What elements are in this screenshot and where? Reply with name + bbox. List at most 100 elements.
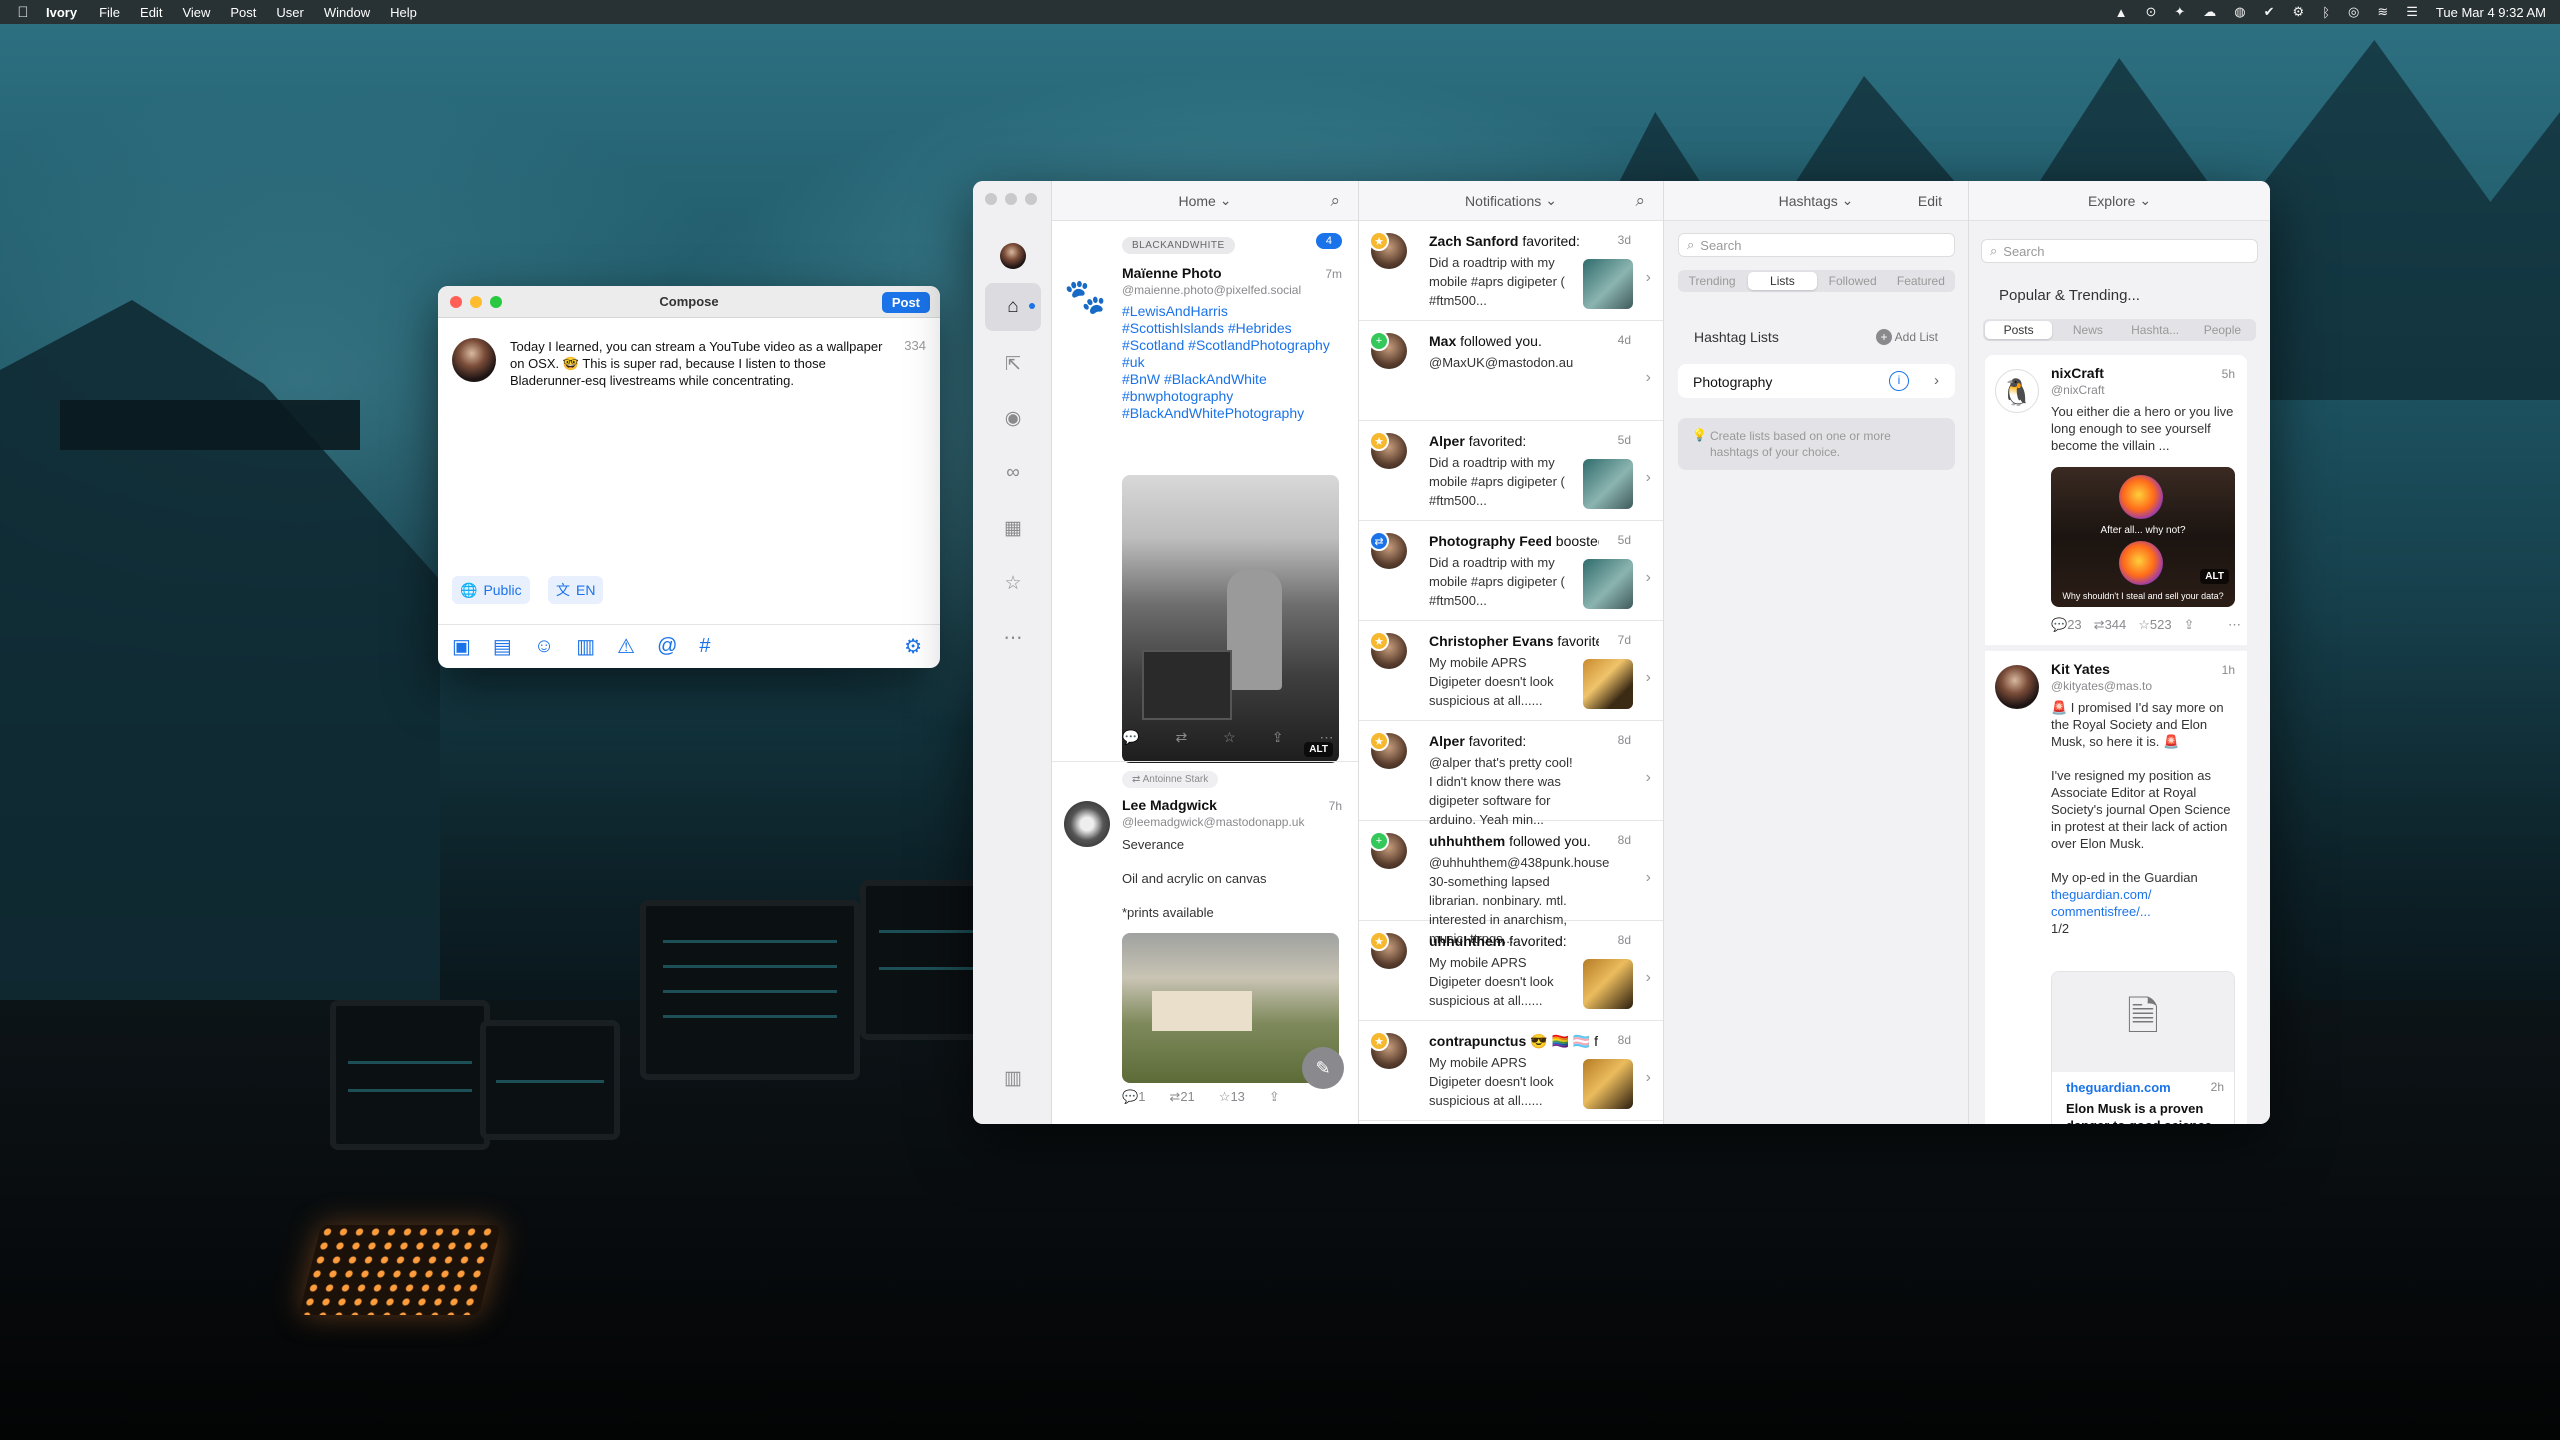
emoji-icon[interactable]: ☺ [534, 635, 554, 658]
status-gear-icon[interactable]: ⚙ [2293, 4, 2305, 20]
compose-avatar[interactable] [452, 338, 496, 382]
minimize-window-button[interactable] [1005, 193, 1017, 205]
favorite-button[interactable]: ☆523 [2138, 617, 2171, 633]
hashtag-link[interactable]: #BlackAndWhitePhotography [1122, 405, 1347, 422]
search-icon[interactable]: ⌕ [1330, 191, 1340, 211]
notification-author[interactable]: uhhuhthem [1429, 833, 1505, 849]
close-window-button[interactable] [985, 193, 997, 205]
notification-item[interactable]: ★ Alper favorited: 8d @alper that's pretty … [1359, 721, 1663, 827]
tab-people[interactable]: People [2189, 319, 2256, 341]
zoom-window-button[interactable] [1025, 193, 1037, 205]
reply-button[interactable]: 💬23 [2051, 617, 2082, 633]
reply-icon[interactable]: 💬 [1122, 729, 1139, 746]
sidebar-item-notifications[interactable]: ◉ [996, 401, 1030, 435]
notification-item[interactable]: ★ Alper favorited: 5d Did a roadtrip with m… [1359, 421, 1663, 521]
notification-item[interactable]: + uhhuhthem followed you. 8d @uhhuhthem@438… [1359, 821, 1663, 946]
notification-item[interactable]: ★ contrapunctus 😎 🏳️‍🌈 🏳️‍⚧️ f... 8d My mob… [1359, 1021, 1663, 1121]
hashtag-link[interactable]: #bnwphotography [1122, 388, 1347, 405]
hashtag-link[interactable]: #uk [1122, 354, 1347, 371]
menu-post[interactable]: Post [230, 5, 256, 20]
menu-clock[interactable]: Tue Mar 4 9:32 AM [2436, 5, 2546, 20]
notification-author[interactable]: Photography Feed [1429, 533, 1552, 549]
menu-window[interactable]: Window [324, 5, 370, 20]
post-lee-madgwick[interactable]: ⇄ Antoinne Stark Lee Madgwick 7h @leemad… [1052, 771, 1358, 1121]
menu-user[interactable]: User [276, 5, 303, 20]
zoom-window-button[interactable] [490, 296, 502, 308]
author-name[interactable]: Kit Yates [2051, 661, 2110, 677]
tab-featured[interactable]: Featured [1887, 270, 1955, 292]
notification-item[interactable]: ★ uhhuhthem favorited: 8d My mobile APRS Di… [1359, 921, 1663, 1021]
hashtag-link[interactable]: #LewisAndHarris [1122, 303, 1347, 320]
share-icon[interactable]: ⇪ [1269, 1089, 1280, 1105]
notification-item[interactable]: + Max followed you. 4d @MaxUK@mastodon.au › [1359, 321, 1663, 421]
notification-author[interactable]: Zach Sanford [1429, 233, 1518, 249]
post-maienne[interactable]: BLACKANDWHITE 4 🐾 Maïenne Photo 7m @maie… [1052, 227, 1358, 767]
sidebar-item-stats[interactable]: ▦ [996, 511, 1030, 545]
list-item-photography[interactable]: Photography i › [1678, 364, 1955, 398]
tab-hashtags[interactable]: Hashta... [2122, 319, 2189, 341]
menu-edit[interactable]: Edit [140, 5, 162, 20]
status-bird-icon[interactable]: ✦ [2174, 4, 2185, 20]
post-nixcraft[interactable]: 🐧 nixCraft 5h @nixCraft You either die a… [1985, 355, 2247, 645]
sidebar-item-explore[interactable]: ∞ [996, 456, 1030, 490]
notification-author[interactable]: Max [1429, 333, 1456, 349]
notification-thumbnail[interactable] [1583, 559, 1633, 609]
minimize-window-button[interactable] [470, 296, 482, 308]
boost-icon[interactable]: ⇄ [1175, 729, 1187, 746]
notification-item[interactable]: ★LukefromDC 8d› [1359, 1121, 1663, 1124]
status-circle-icon[interactable]: ◎ [2348, 4, 2359, 20]
control-center-icon[interactable]: ☰ [2406, 4, 2418, 20]
boost-button[interactable]: ⇄344 [2094, 617, 2127, 633]
author-handle[interactable]: @nixCraft [2051, 383, 2105, 397]
tab-trending[interactable]: Trending [1678, 270, 1746, 292]
hashtags-header[interactable]: Hashtags ⌄ Edit [1664, 181, 1968, 221]
status-cloud-icon[interactable]: ☁ [2203, 4, 2216, 20]
author-name[interactable]: Lee Madgwick [1122, 797, 1217, 813]
more-icon[interactable]: ⋯ [2228, 617, 2241, 633]
sidebar-item-home[interactable]: ⌂ [985, 283, 1041, 331]
sidebar-toggle[interactable]: ▥ [996, 1061, 1030, 1095]
status-check-icon[interactable]: ✔ [2264, 4, 2275, 20]
author-handle[interactable]: @kityates@mas.to [2051, 679, 2152, 693]
tab-lists[interactable]: Lists [1748, 272, 1817, 290]
notification-thumbnail[interactable] [1583, 1059, 1633, 1109]
author-handle[interactable]: @maienne.photo@pixelfed.social [1122, 283, 1301, 297]
boost-button[interactable]: ⇄21 [1169, 1089, 1194, 1105]
mention-icon[interactable]: @ [657, 635, 677, 658]
more-icon[interactable]: ⋯ [1319, 729, 1333, 746]
share-icon[interactable]: ⇪ [2184, 617, 2195, 633]
hashtag-badge[interactable]: BLACKANDWHITE [1122, 237, 1235, 254]
menu-view[interactable]: View [182, 5, 210, 20]
close-window-button[interactable] [450, 296, 462, 308]
notification-item[interactable]: ★ Zach Sanford favorited: 3d Did a roadtrip… [1359, 221, 1663, 321]
avatar[interactable]: 🐾 [1064, 277, 1106, 317]
gif-icon[interactable]: ▤ [493, 634, 512, 659]
hashtag-link[interactable]: #ScottishIslands #Hebrides [1122, 320, 1347, 337]
sidebar-item-mentions[interactable]: ⇱ [996, 347, 1030, 381]
post-kit-yates[interactable]: Kit Yates 1h @kityates@mas.to 🚨 I promis… [1985, 651, 2247, 1124]
image-icon[interactable]: ▣ [452, 634, 471, 659]
notifications-header[interactable]: Notifications ⌄ ⌕ [1359, 181, 1663, 221]
notification-author[interactable]: uhhuhthem [1429, 933, 1505, 949]
favorite-icon[interactable]: ☆ [1223, 729, 1236, 746]
visibility-button[interactable]: 🌐 Public [452, 576, 530, 604]
home-header[interactable]: Home ⌄ ⌕ [1052, 181, 1358, 221]
share-icon[interactable]: ⇪ [1272, 729, 1284, 746]
compose-text-input[interactable]: Today I learned, you can stream a YouTub… [510, 338, 890, 389]
tab-followed[interactable]: Followed [1819, 270, 1887, 292]
wifi-icon[interactable]: ≋ [2377, 4, 2388, 20]
sidebar-item-favorites[interactable]: ☆ [996, 566, 1030, 600]
avatar[interactable] [1995, 665, 2039, 709]
status-app-icon[interactable]: ▲ [2115, 5, 2128, 20]
tab-news[interactable]: News [2054, 319, 2121, 341]
notification-author[interactable]: contrapunctus 😎 🏳️‍🌈 🏳️‍⚧️ [1429, 1033, 1590, 1049]
settings-icon[interactable]: ⚙ [904, 634, 922, 659]
post-image[interactable]: ALT [1122, 475, 1339, 763]
status-globe-icon[interactable]: ◍ [2234, 4, 2245, 20]
notification-author[interactable]: Alper [1429, 433, 1465, 449]
boosted-by-badge[interactable]: ⇄ Antoinne Stark [1122, 771, 1219, 788]
notification-thumbnail[interactable] [1583, 959, 1633, 1009]
link-preview-card[interactable]: 🗎 theguardian.com 2h Elon Musk is a prov… [2051, 971, 2235, 1124]
author-handle[interactable]: @leemadgwick@mastodonapp.uk [1122, 815, 1304, 829]
post-button[interactable]: Post [881, 292, 930, 313]
